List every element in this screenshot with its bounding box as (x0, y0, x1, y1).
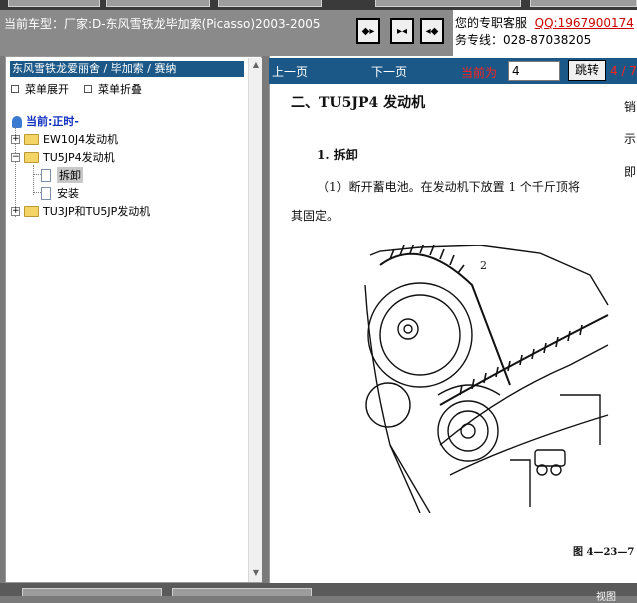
tree-node-label: EW10J4发动机 (43, 133, 119, 146)
scroll-down-icon[interactable]: ▼ (249, 566, 263, 580)
service-phone: 务专线：028-87038205 (455, 33, 592, 47)
last-page-button[interactable]: ◂◆ (420, 18, 444, 44)
figure-caption: 图 4—23—7 (573, 547, 635, 558)
document-icon (41, 186, 51, 200)
folder-open-icon (24, 151, 39, 163)
breadcrumb: 东风雪铁龙爱丽舍 / 毕加索 / 赛纳 (10, 61, 244, 77)
folder-icon (24, 205, 39, 217)
jump-button[interactable]: 跳转 (568, 60, 606, 81)
engine-timing-figure: 2 (364, 245, 609, 513)
user-icon (12, 116, 22, 128)
collapse-box-icon (84, 85, 92, 93)
service-label: 您的专职客服 (455, 16, 528, 30)
minus-icon[interactable]: − (11, 152, 20, 162)
tree-node-label: TU5JP4发动机 (43, 151, 115, 164)
last-icon: ◂◆ (425, 25, 439, 37)
split-view-button[interactable]: ▸◂ (390, 18, 414, 44)
side-text: 销 (624, 100, 637, 114)
current-page-label: 当前为 (461, 66, 498, 80)
figure-callout: 2 (480, 259, 487, 272)
side-text: 即 (624, 165, 637, 179)
tree-node-label: 安装 (57, 187, 79, 200)
qq-link[interactable]: QQ:1967900174 (535, 16, 634, 30)
bottom-tab-1[interactable] (22, 588, 162, 596)
tree-node-tu3jp[interactable]: + TU3JP和TU5JP发动机 (11, 203, 150, 219)
tree-line (33, 174, 41, 175)
tree-line (33, 165, 34, 195)
page-total: 4 / 7 (610, 64, 637, 78)
menu-collapse-label: 菜单折叠 (98, 83, 142, 96)
top-tab-5[interactable] (530, 0, 637, 7)
tree-node-ew10j4[interactable]: + EW10J4发动机 (11, 131, 118, 147)
next-page-link[interactable]: 下一页 (371, 63, 407, 80)
first-page-button[interactable]: ◆▸ (356, 18, 380, 44)
document-heading: 二、TU5JP4 发动机 (291, 95, 426, 111)
document-paragraph: （1）断开蓄电池。在发动机下放置 1 个千斤顶将 (317, 180, 580, 194)
current-car-label: 当前车型：厂家:D-东风雪铁龙毕加索(Picasso)2003-2005 (4, 17, 321, 31)
plus-icon[interactable]: + (11, 134, 20, 144)
menu-expand-label: 菜单展开 (25, 83, 69, 96)
tree-line (33, 192, 41, 193)
tree-node-disassembly[interactable]: 拆卸 (41, 167, 83, 183)
plus-icon[interactable]: + (11, 206, 20, 216)
bottom-tab-2[interactable] (172, 588, 312, 596)
page-number-input[interactable] (508, 61, 560, 81)
current-node-label: 当前:正时- (26, 115, 79, 128)
tree-node-tu5jp4[interactable]: − TU5JP4发动机 (11, 149, 115, 165)
expand-box-icon (11, 85, 19, 93)
top-tab-2[interactable] (106, 0, 210, 7)
current-node: 当前:正时- (12, 113, 79, 129)
first-icon: ◆▸ (361, 25, 375, 37)
document-subheading: 1. 拆卸 (317, 148, 358, 162)
document-paragraph: 其固定。 (291, 209, 340, 223)
scroll-up-icon[interactable]: ▲ (249, 58, 263, 72)
tree-node-installation[interactable]: 安装 (41, 185, 79, 201)
split-icon: ▸◂ (396, 25, 408, 37)
service-line: 您的专职客服 QQ:1967900174 (455, 14, 634, 31)
menu-collapse-button[interactable]: 菜单折叠 (84, 81, 142, 97)
top-tab-3[interactable] (218, 0, 322, 7)
menu-expand-button[interactable]: 菜单展开 (11, 81, 69, 97)
tree-node-label: TU3JP和TU5JP发动机 (43, 205, 151, 218)
top-tab-1[interactable] (8, 0, 100, 7)
document-icon (41, 168, 51, 182)
top-tab-4[interactable] (375, 0, 521, 7)
vertical-scrollbar[interactable]: ▲ ▼ (248, 58, 262, 582)
tree-node-label: 拆卸 (57, 167, 83, 183)
menu-panel: 东风雪铁龙爱丽舍 / 毕加索 / 赛纳 菜单展开 菜单折叠 当前:正时- + E… (5, 56, 262, 583)
side-text: 示 (624, 132, 637, 146)
folder-icon (24, 133, 39, 145)
prev-page-link[interactable]: 上一页 (272, 63, 308, 80)
